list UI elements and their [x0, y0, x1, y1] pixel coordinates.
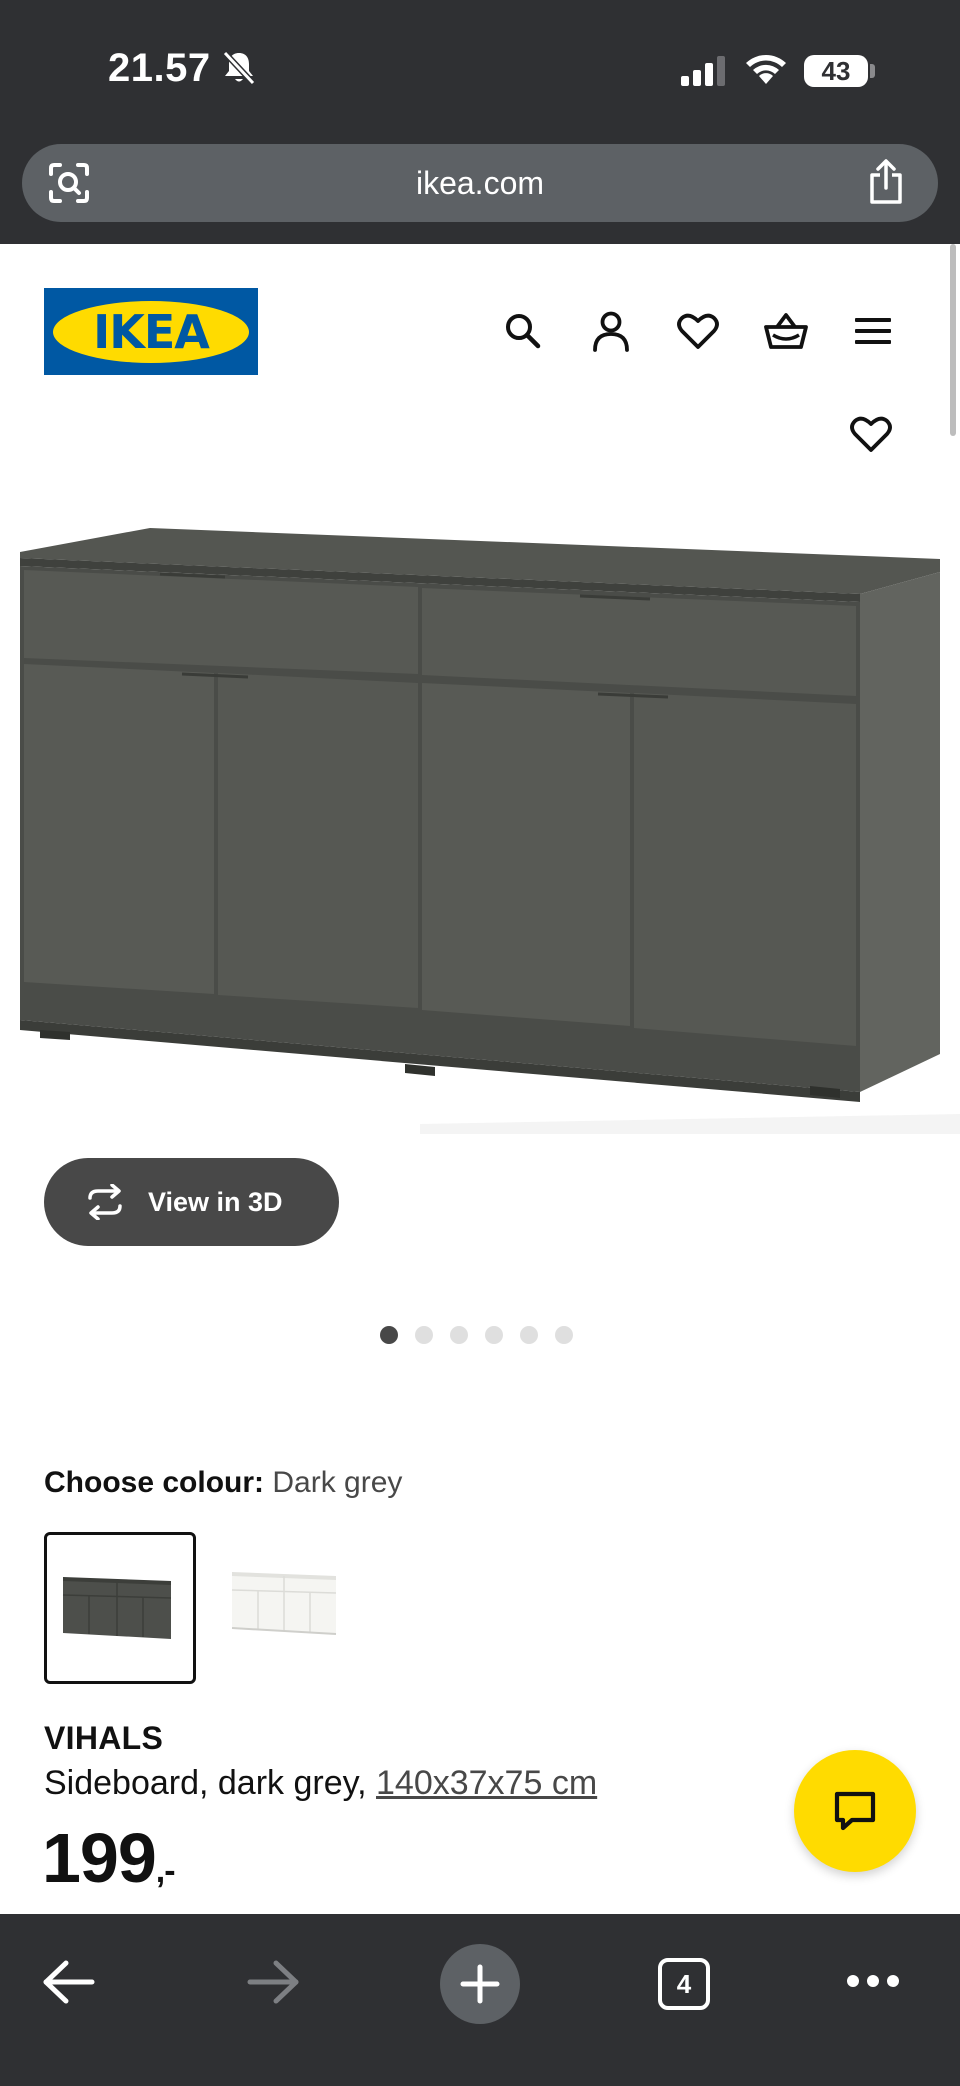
gallery-dot[interactable]: [555, 1326, 573, 1344]
colour-value: Dark grey: [272, 1466, 403, 1499]
colour-selector-label: Choose colour: Dark grey: [44, 1466, 402, 1500]
battery-level: 43: [821, 56, 851, 86]
search-button[interactable]: [498, 306, 548, 356]
menu-button[interactable]: [848, 306, 898, 356]
heart-icon: [677, 313, 719, 349]
product-description: Sideboard, dark grey, 140x37x75 cm: [44, 1764, 597, 1803]
new-tab-button[interactable]: [440, 1944, 520, 2024]
forward-arrow-icon: [247, 1960, 299, 2004]
battery-nub: [870, 64, 875, 78]
product-image[interactable]: [0, 474, 960, 1134]
search-icon: [506, 314, 541, 349]
colour-label: Choose colour:: [44, 1466, 265, 1499]
page-scrollbar[interactable]: [950, 244, 956, 436]
account-button[interactable]: [586, 306, 636, 356]
gallery-dot[interactable]: [485, 1326, 503, 1344]
battery-indicator: 43: [804, 55, 868, 87]
view-in-3d-button[interactable]: View in 3D: [44, 1158, 339, 1246]
colour-option-dark-grey[interactable]: [44, 1532, 196, 1684]
status-time: 21.57: [108, 46, 211, 90]
back-arrow-icon: [43, 1960, 95, 2004]
add-to-favourites-icon[interactable]: [848, 412, 894, 456]
ikea-logo[interactable]: IKEA R: [44, 288, 258, 375]
more-button[interactable]: [846, 1974, 900, 1988]
wifi-icon: [746, 55, 786, 84]
address-bar[interactable]: ikea.com: [22, 144, 938, 222]
web-page: IKEA R View in 3D Choose colour: Dark gr…: [0, 244, 960, 1914]
white-sideboard-thumbnail: [231, 1572, 337, 1635]
dark-grey-sideboard-thumbnail: [62, 1577, 172, 1639]
colour-option-white[interactable]: [208, 1532, 360, 1684]
tabs-button[interactable]: 4: [658, 1958, 710, 2010]
basket-button[interactable]: [761, 306, 811, 356]
back-button[interactable]: [40, 1958, 96, 2006]
product-name: VIHALS: [44, 1720, 164, 1756]
rotate-3d-icon: [88, 1184, 122, 1220]
account-icon: [593, 311, 629, 352]
bell-muted-icon: [222, 50, 256, 86]
price-value: 199: [42, 1819, 157, 1897]
forward-button[interactable]: [246, 1958, 302, 2006]
chat-button[interactable]: [794, 1750, 916, 1872]
ikea-logo-oval: IKEA: [53, 300, 249, 363]
gallery-dot[interactable]: [520, 1326, 538, 1344]
url-text: ikea.com: [415, 165, 545, 201]
product-type: Sideboard, dark grey,: [44, 1764, 367, 1802]
gallery-dot[interactable]: [450, 1326, 468, 1344]
favourites-button[interactable]: [673, 306, 723, 356]
gallery-dot[interactable]: [380, 1326, 398, 1344]
browser-address-area: ikea.com: [0, 130, 960, 244]
menu-icon: [855, 318, 891, 344]
chat-icon: [834, 1791, 876, 1831]
tab-count: 4: [676, 1968, 692, 1999]
price-suffix: ,-: [155, 1852, 176, 1890]
cellular-signal-icon: [681, 56, 725, 86]
gallery-pagination: [380, 1326, 573, 1346]
product-price: 199,-: [42, 1818, 176, 1898]
registered-mark: R: [236, 308, 246, 318]
share-icon[interactable]: [866, 158, 906, 206]
status-bar: 21.57 43: [0, 0, 960, 130]
plus-icon: [460, 1964, 500, 2004]
ikea-logo-text: IKEA: [93, 304, 210, 359]
product-size-link[interactable]: 140x37x75 cm: [376, 1764, 597, 1802]
view-in-3d-label: View in 3D: [148, 1187, 283, 1217]
browser-toolbar: 4: [0, 1914, 960, 2086]
more-icon: [847, 1975, 899, 1987]
gallery-dot[interactable]: [415, 1326, 433, 1344]
basket-icon: [764, 313, 808, 349]
